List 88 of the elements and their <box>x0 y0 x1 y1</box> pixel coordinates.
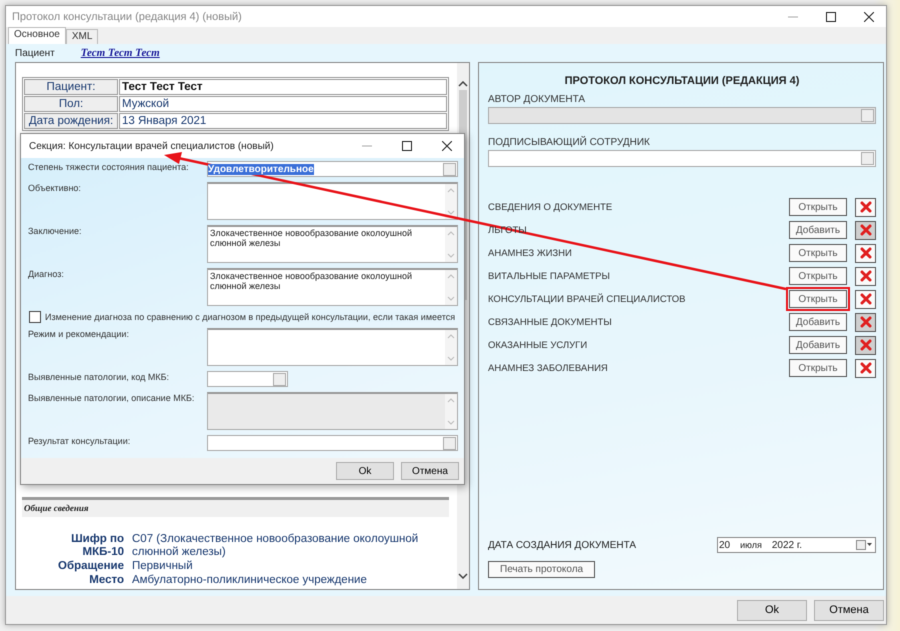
date-month: июля <box>740 540 762 550</box>
print-button[interactable]: Печать протокола <box>488 561 596 578</box>
dialog-button[interactable]: Ok <box>336 462 394 480</box>
date-year: 2022 г. <box>772 540 802 550</box>
ellipsis-button[interactable] <box>443 436 456 450</box>
field-label: Степень тяжести состояния пациента: <box>28 161 190 172</box>
patient-label: Пациент <box>15 48 55 58</box>
dialog-button[interactable]: Отмена <box>814 600 884 620</box>
cross-icon <box>860 316 872 328</box>
calendar-dropdown-icon[interactable] <box>856 540 872 550</box>
dialog-button[interactable]: Ok <box>737 600 807 620</box>
section-button[interactable]: Открыть <box>789 267 847 285</box>
scroll-down-icon[interactable] <box>458 573 468 579</box>
field-label: Место <box>88 574 124 587</box>
cross-icon <box>860 247 872 259</box>
combo-field[interactable] <box>207 371 288 387</box>
field-label: Заключение: <box>28 225 82 236</box>
section-button[interactable]: Добавить <box>789 221 847 239</box>
field-label: Результат консультации: <box>28 435 132 446</box>
field-label: Обращение <box>57 560 124 573</box>
section-button[interactable]: Открыть <box>789 244 847 262</box>
table-cell: 13 Января 2021 <box>119 113 447 129</box>
section-label: АНАМНЕЗ ЗАБОЛЕВАНИЯ <box>488 362 609 374</box>
field-label: Объективно: <box>28 182 82 193</box>
combo-field[interactable] <box>207 435 458 451</box>
delete-button[interactable] <box>855 244 876 262</box>
cross-icon <box>860 293 872 305</box>
cross-icon <box>860 339 872 351</box>
field-label: Выявленные патологии, описание МКБ: <box>28 392 196 403</box>
section-header: Общие сведения <box>22 497 449 517</box>
window-title: Протокол консультации (редакция 4) (новый) <box>12 10 243 22</box>
table-cell: Дата рождения: <box>24 113 118 129</box>
field-value: Злокачественное новообразование околоушной слюнной железы <box>210 228 412 248</box>
checkbox[interactable] <box>29 311 41 323</box>
section-label: АНАМНЕЗ ЖИЗНИ <box>488 248 573 258</box>
field-label: ПОДПИСЫВАЮЩИЙ СОТРУДНИК <box>488 137 651 148</box>
table-cell: Мужской <box>119 96 447 112</box>
patient-link[interactable]: Тест Тест Тест <box>80 47 160 59</box>
table-cell: Пол: <box>24 96 118 112</box>
close-icon[interactable] <box>864 12 874 22</box>
section-label: ОКАЗАННЫЕ УСЛУГИ <box>488 340 588 350</box>
cross-icon <box>860 201 872 213</box>
field-value: Амбулаторно-поликлиническое учреждение <box>132 574 368 587</box>
field-value: Удовлетворительное <box>208 164 314 174</box>
date-picker[interactable]: 20 июля 2022 г. <box>717 537 876 553</box>
field-value: C07 (Злокачественное новообразование околоушной слюнной железы) <box>132 533 420 559</box>
section-button[interactable]: Добавить <box>789 313 847 331</box>
field-value: Первичный <box>132 560 194 573</box>
section-button[interactable]: Открыть <box>789 290 847 308</box>
tab[interactable]: XML <box>66 29 98 44</box>
cross-icon <box>860 362 872 374</box>
table-cell: Пациент: <box>24 79 118 95</box>
field-label: Режим и рекомендации: <box>28 328 130 339</box>
field-value: Злокачественное новообразование околоушной слюнной железы <box>210 271 412 291</box>
section-button[interactable]: Открыть <box>789 359 847 377</box>
cross-icon <box>860 224 872 236</box>
delete-button[interactable] <box>855 358 876 378</box>
field-label: Шифр по МКБ-10 <box>70 533 124 559</box>
delete-button[interactable] <box>855 266 876 286</box>
dialog-title: Секция: Консультации врачей специалистов (новый) <box>29 140 275 152</box>
scroll-up-icon[interactable] <box>458 81 468 87</box>
maximize-icon[interactable] <box>826 12 836 22</box>
tab[interactable]: Основное <box>8 27 66 44</box>
combo-field[interactable]: Удовлетворительное <box>207 161 458 177</box>
close-icon[interactable] <box>442 141 452 151</box>
delete-button[interactable] <box>855 198 876 216</box>
section-button[interactable]: Открыть <box>789 198 847 216</box>
field-label: Диагноз: <box>28 268 65 279</box>
field-label: ДАТА СОЗДАНИЯ ДОКУМЕНТА <box>488 540 636 550</box>
section-label: ВИТАЛЬНЫЕ ПАРАМЕТРЫ <box>488 270 611 282</box>
date-day: 20 <box>719 540 730 550</box>
cross-icon <box>860 270 872 282</box>
delete-button[interactable] <box>855 290 876 308</box>
section-label: СВЯЗАННЫЕ ДОКУМЕНТЫ <box>488 316 613 328</box>
checkbox-label: Изменение диагноза по сравнению с диагнозом в предыдущей консультации, если такая имеется <box>45 312 456 322</box>
field-label: Выявленные патологии, код МКБ: <box>28 371 170 382</box>
field-label: АВТОР ДОКУМЕНТА <box>488 94 586 105</box>
section-label: КОНСУЛЬТАЦИИ ВРАЧЕЙ СПЕЦИАЛИСТОВ <box>488 294 687 304</box>
maximize-icon[interactable] <box>402 141 412 151</box>
section-label: СВЕДЕНИЯ О ДОКУМЕНТЕ <box>488 202 614 212</box>
section-button[interactable]: Добавить <box>789 336 847 354</box>
panel-title: ПРОТОКОЛ КОНСУЛЬТАЦИИ (РЕДАКЦИЯ 4) <box>564 75 800 87</box>
ellipsis-button[interactable] <box>861 152 874 165</box>
table-cell: Тест Тест Тест <box>119 79 447 95</box>
lookup-field[interactable] <box>488 150 876 167</box>
ellipsis-button[interactable] <box>273 372 286 386</box>
ellipsis-button[interactable] <box>443 162 456 176</box>
dialog-button[interactable]: Отмена <box>401 462 459 480</box>
